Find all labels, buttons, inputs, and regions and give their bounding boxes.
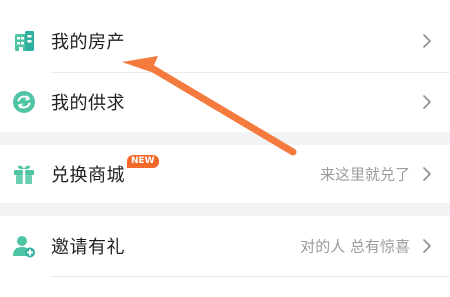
chevron-right-icon	[422, 94, 432, 110]
menu-item-exchange-mall[interactable]: 兑换商城 NEW 来这里就兑了	[0, 145, 450, 203]
menu-item-my-supply-demand[interactable]: 我的供求	[0, 73, 450, 131]
new-badge: NEW	[127, 155, 159, 168]
invite-user-icon	[12, 234, 36, 258]
menu-item-hint: 对的人 总有惊喜	[300, 237, 410, 256]
chevron-right-icon	[422, 238, 432, 254]
exchange-icon	[12, 90, 36, 114]
menu-group-invite: 邀请有礼 对的人 总有惊喜	[0, 216, 450, 297]
menu-item-invite-gift[interactable]: 邀请有礼 对的人 总有惊喜	[0, 217, 450, 275]
chevron-right-icon	[422, 33, 432, 49]
menu-item-label: 我的房产	[51, 32, 125, 53]
menu-item-hint: 来这里就兑了	[319, 165, 410, 184]
menu-item-label: 我的供求	[51, 93, 125, 114]
gift-icon	[12, 162, 36, 186]
menu-group-assets: 我的房产 我的供求	[0, 0, 450, 132]
menu-item-my-property[interactable]: 我的房产	[0, 12, 450, 70]
menu-item-label: 邀请有礼	[51, 237, 125, 258]
menu-group-mall: 兑换商城 NEW 来这里就兑了	[0, 145, 450, 203]
building-icon	[12, 29, 36, 53]
divider	[51, 276, 450, 277]
chevron-right-icon	[422, 166, 432, 182]
menu-item-label: 兑换商城	[51, 165, 125, 186]
